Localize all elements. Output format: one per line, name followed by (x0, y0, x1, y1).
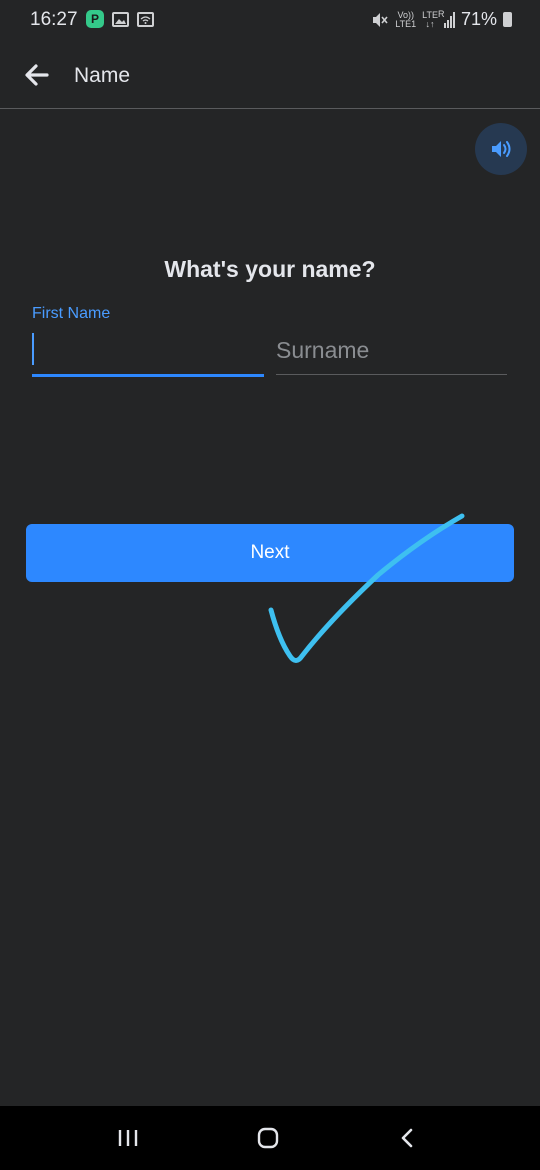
lte-indicator: LTE ↓↑ (422, 10, 438, 29)
back-button[interactable] (22, 60, 52, 90)
signal-icon: R (438, 9, 455, 28)
first-name-field[interactable]: First Name (32, 300, 264, 378)
first-name-underline (32, 374, 264, 377)
status-time: 16:27 (30, 9, 78, 30)
mute-icon (373, 12, 388, 27)
arrow-left-icon (25, 64, 49, 86)
system-nav-bar (0, 1106, 540, 1170)
back-icon (401, 1128, 413, 1148)
battery-percent: 71% (460, 9, 497, 29)
app-bar: Name (0, 40, 540, 109)
lte1-label: LTE1 (395, 18, 417, 29)
surname-input[interactable] (276, 330, 507, 370)
next-button[interactable]: Next (26, 524, 514, 582)
surname-underline (276, 374, 507, 375)
nav-back-button[interactable] (394, 1124, 422, 1152)
surname-field[interactable] (276, 300, 507, 378)
home-icon (257, 1127, 279, 1149)
notification-icons: P (86, 10, 154, 28)
first-name-label: First Name (32, 305, 111, 322)
gallery-icon (112, 11, 129, 27)
wifi-call-icon (137, 11, 154, 27)
speaker-icon (492, 141, 511, 157)
home-button[interactable] (254, 1124, 282, 1152)
app-notification-icon: P (86, 10, 104, 28)
page-title: Name (74, 64, 131, 87)
speaker-button[interactable] (475, 123, 527, 175)
volte-indicator: Vo)) LTE1 (395, 10, 417, 29)
recents-icon (118, 1130, 138, 1146)
checkmark-icon (268, 513, 465, 663)
battery-icon (503, 12, 512, 27)
status-indicators: Vo)) LTE1 LTE ↓↑ R 71% (371, 9, 512, 30)
name-question: What's your name? (164, 256, 376, 282)
next-button-label: Next (250, 542, 290, 563)
first-name-input[interactable] (32, 330, 264, 370)
data-arrows-icon: ↓↑ (425, 18, 435, 29)
status-bar: 16:27 P Vo)) LTE1 LTE ↓↑ R 71% (0, 0, 540, 40)
recents-button[interactable] (113, 1126, 143, 1150)
roaming-label: R (437, 8, 445, 19)
